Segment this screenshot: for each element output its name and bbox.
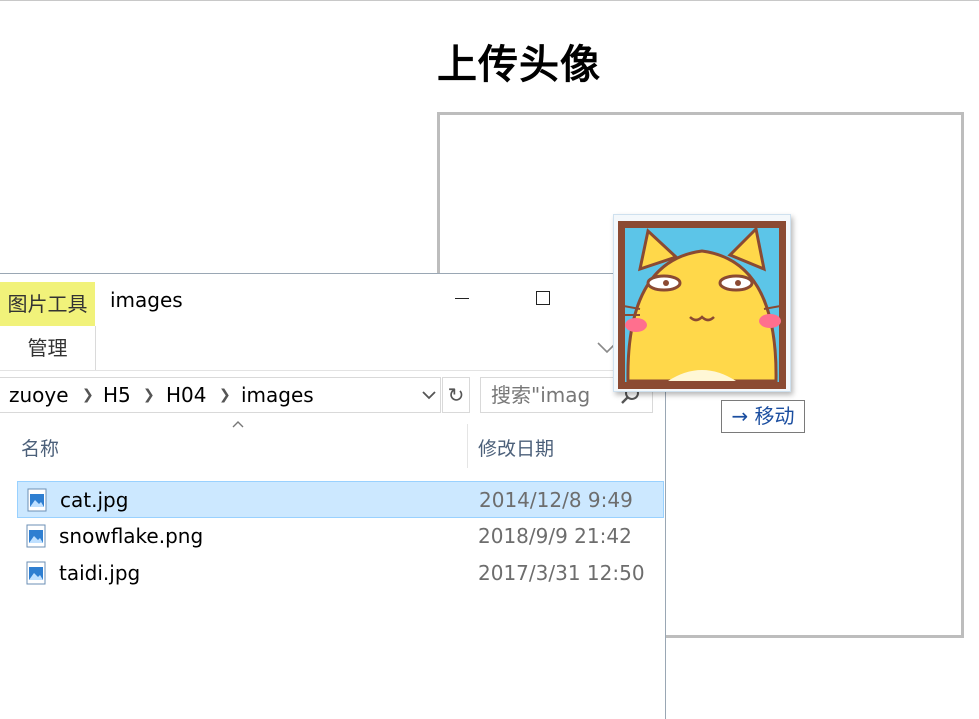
file-name: cat.jpg <box>60 488 129 512</box>
breadcrumb-separator-icon[interactable]: ❯ <box>82 387 94 403</box>
image-file-icon <box>26 524 46 548</box>
address-bar[interactable]: zuoye ❯ H5 ❯ H04 ❯ images <box>0 377 441 413</box>
file-name: taidi.jpg <box>59 561 141 585</box>
window-title: images <box>110 288 183 312</box>
page-title: 上传头像 <box>437 42 601 88</box>
breadcrumb-images[interactable]: images <box>241 383 314 407</box>
top-border <box>0 0 979 1</box>
file-modified-date: 2018/9/9 21:42 <box>478 524 632 548</box>
dragged-image-thumbnail[interactable] <box>613 214 791 392</box>
refresh-button[interactable]: ↻ <box>442 377 470 413</box>
address-dropdown-chevron-icon[interactable] <box>420 382 438 408</box>
breadcrumb-separator-icon[interactable]: ❯ <box>219 387 231 403</box>
column-header-modified[interactable]: 修改日期 <box>478 434 554 461</box>
file-explorer-window[interactable]: 图片工具 管理 images ? zuoye ❯ H5 ❯ H04 ❯ imag… <box>0 273 666 719</box>
breadcrumb-h5[interactable]: H5 <box>103 383 131 407</box>
maximize-button[interactable] <box>523 278 563 318</box>
ribbon-picture-tools-tab[interactable]: 图片工具 <box>0 282 95 326</box>
image-file-icon <box>27 488 47 512</box>
breadcrumb-h04[interactable]: H04 <box>166 383 207 407</box>
column-header-name[interactable]: 名称 <box>21 434 59 461</box>
ribbon-divider <box>0 370 666 371</box>
cat-avatar-image <box>618 221 786 389</box>
drag-move-tooltip: → 移动 <box>721 400 805 433</box>
file-name: snowflake.png <box>59 524 204 548</box>
file-modified-date: 2017/3/31 12:50 <box>478 561 645 585</box>
file-modified-date: 2014/12/8 9:49 <box>479 488 633 512</box>
breadcrumb-zuoye[interactable]: zuoye <box>9 383 69 407</box>
breadcrumb-separator-icon[interactable]: ❯ <box>143 387 155 403</box>
file-row-taidi[interactable]: taidi.jpg 2017/3/31 12:50 <box>17 555 664 592</box>
minimize-button[interactable] <box>442 278 482 318</box>
column-divider[interactable] <box>467 424 468 468</box>
sort-ascending-caret-icon <box>232 421 244 428</box>
file-row-snowflake[interactable]: snowflake.png 2018/9/9 21:42 <box>17 518 664 555</box>
ribbon-manage-tab[interactable]: 管理 <box>0 326 96 370</box>
file-row-cat[interactable]: cat.jpg 2014/12/8 9:49 <box>17 481 664 518</box>
image-file-icon <box>26 561 46 585</box>
